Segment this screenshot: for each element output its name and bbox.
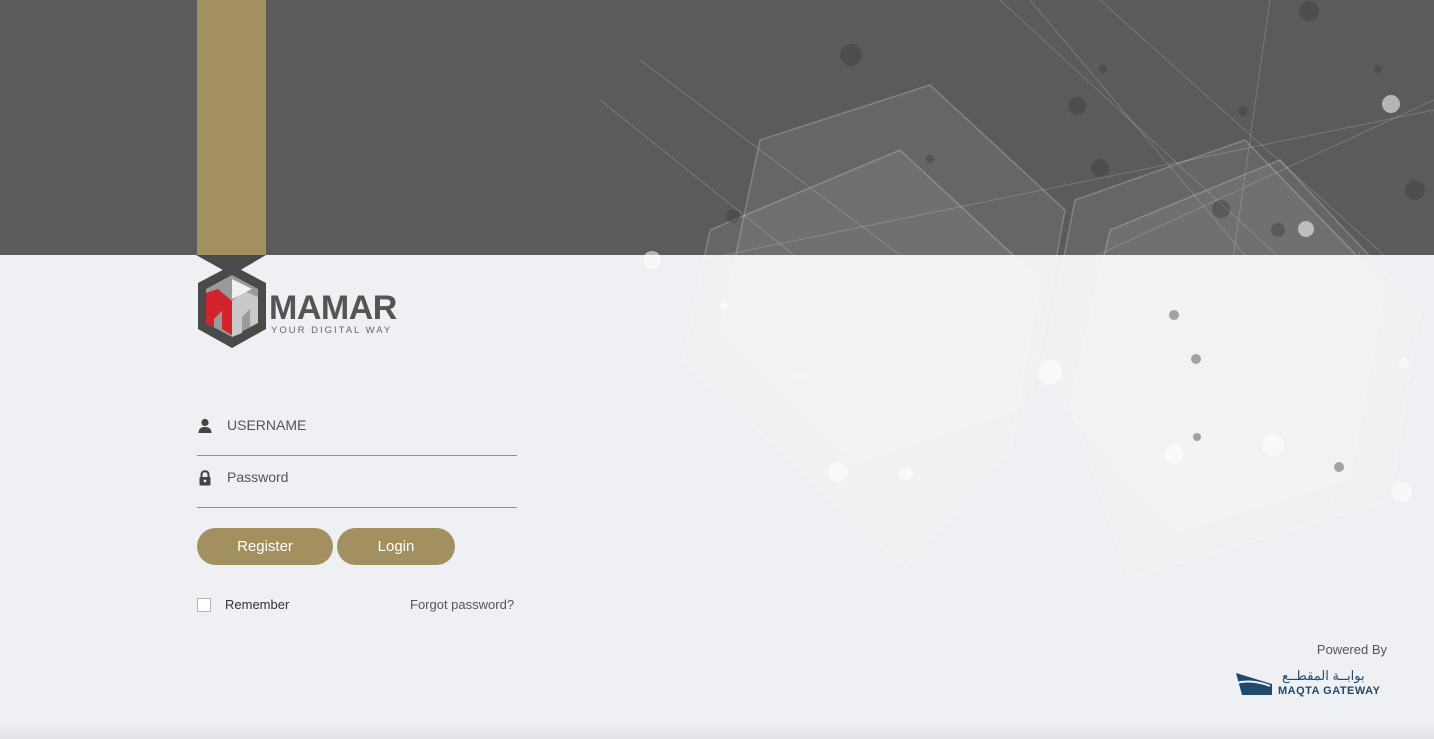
- user-icon: [198, 418, 212, 433]
- partner-name-english: MAQTA GATEWAY: [1278, 685, 1381, 697]
- remember-label[interactable]: Remember: [225, 597, 289, 612]
- brand-name: MAMAR: [269, 289, 397, 327]
- remember-checkbox[interactable]: [197, 597, 211, 612]
- remember-option: Remember: [197, 597, 289, 612]
- mamar-logo: MAMAR YOUR DIGITAL WAY: [196, 253, 397, 353]
- maqta-gateway-logo: بوابــة المقطــع MAQTA GATEWAY: [1234, 668, 1389, 698]
- username-field: [197, 404, 517, 456]
- gold-ribbon: [197, 0, 266, 255]
- maqta-emblem-icon: [1235, 673, 1272, 695]
- powered-by-label: Powered By: [1316, 642, 1387, 657]
- username-input[interactable]: [227, 412, 512, 438]
- brand-tagline: YOUR DIGITAL WAY: [271, 325, 393, 336]
- bottom-shadow: [0, 724, 1434, 739]
- password-field: [197, 456, 517, 508]
- partner-name-arabic: بوابــة المقطــع: [1282, 668, 1365, 683]
- mamar-logo-icon: [196, 255, 266, 348]
- login-button[interactable]: Login: [337, 528, 455, 565]
- lock-icon: [199, 470, 211, 486]
- password-input[interactable]: [227, 464, 512, 490]
- forgot-password-link[interactable]: Forgot password?: [410, 597, 514, 612]
- register-button[interactable]: Register: [197, 528, 333, 565]
